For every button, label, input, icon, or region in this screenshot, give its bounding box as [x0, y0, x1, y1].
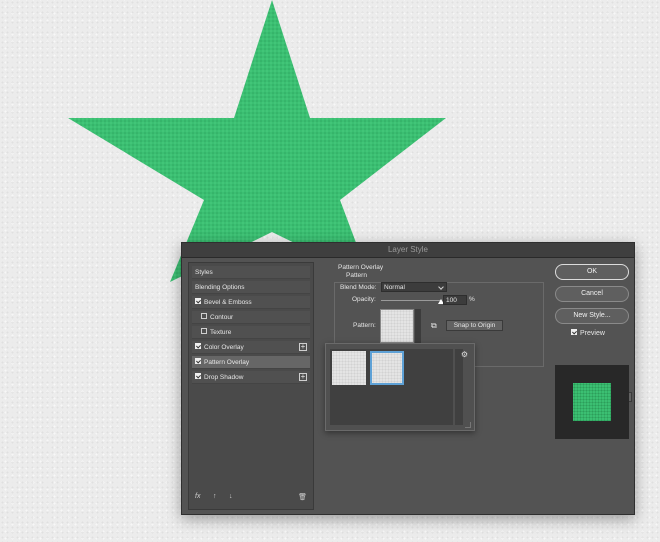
blend-mode-label: Blend Mode: — [340, 284, 377, 291]
pattern-tile[interactable] — [332, 351, 366, 385]
style-item-label: Contour — [210, 314, 234, 321]
opacity-slider[interactable] — [381, 300, 441, 301]
dialog-actions: OK Cancel New Style... Preview — [555, 262, 631, 512]
style-item-label: Bevel & Emboss — [204, 299, 252, 306]
style-item-label: Pattern Overlay — [204, 359, 250, 366]
style-checkbox[interactable] — [195, 343, 201, 350]
preview-label: Preview — [580, 330, 605, 337]
style-item-label: Color Overlay — [204, 344, 244, 351]
style-checkbox[interactable] — [195, 298, 201, 305]
style-item-label: Drop Shadow — [204, 374, 244, 381]
preview-checkbox[interactable] — [571, 329, 577, 336]
style-checkbox[interactable] — [195, 358, 201, 365]
section-title: Pattern Overlay — [338, 264, 384, 271]
style-checkbox[interactable] — [195, 373, 201, 380]
add-instance-icon[interactable]: + — [299, 373, 307, 381]
opacity-input[interactable]: 100 — [443, 295, 467, 305]
pattern-swatch[interactable] — [380, 309, 414, 343]
layer-style-dialog: Layer Style Styles Blending Options Bevel… — [181, 242, 635, 515]
trash-icon[interactable]: 🗑 — [298, 493, 307, 501]
add-instance-icon[interactable]: + — [299, 343, 307, 351]
preview-thumbnail — [573, 383, 611, 421]
style-checkbox[interactable] — [201, 313, 207, 320]
style-item-blending-options[interactable]: Blending Options — [192, 281, 310, 294]
move-up-icon[interactable]: ↑ — [213, 493, 217, 500]
styles-header[interactable]: Styles — [192, 266, 310, 279]
move-down-icon[interactable]: ↓ — [229, 493, 233, 500]
ok-button[interactable]: OK — [555, 264, 629, 280]
snap-to-origin-button[interactable]: Snap to Origin — [446, 320, 503, 331]
style-item-pattern-overlay[interactable]: Pattern Overlay — [192, 356, 310, 369]
pattern-dropdown-arrow[interactable] — [415, 309, 421, 343]
style-item-drop-shadow[interactable]: Drop Shadow + — [192, 371, 310, 384]
cancel-button[interactable]: Cancel — [555, 286, 629, 302]
preview-toggle[interactable]: Preview — [571, 329, 605, 337]
style-item-label: Texture — [210, 329, 232, 336]
style-item-label: Blending Options — [195, 284, 245, 291]
gear-icon[interactable]: ⚙ — [461, 350, 468, 359]
new-style-button[interactable]: New Style... — [555, 308, 629, 324]
dialog-title: Layer Style — [182, 243, 634, 258]
style-item-texture[interactable]: Texture — [192, 326, 310, 339]
styles-toolbar: fx ↑ ↓ 🗑 — [193, 493, 309, 505]
styles-header-label: Styles — [195, 269, 213, 276]
style-item-color-overlay[interactable]: Color Overlay + — [192, 341, 310, 354]
style-checkbox[interactable] — [201, 328, 207, 335]
blend-mode-value: Normal — [384, 284, 405, 291]
resize-handle-icon[interactable] — [465, 422, 471, 428]
style-item-contour[interactable]: Contour — [192, 311, 310, 324]
picker-scrollbar[interactable] — [455, 349, 463, 425]
blend-mode-select[interactable]: Normal — [381, 282, 447, 292]
new-preset-icon[interactable]: ⧉ — [431, 321, 437, 331]
preview-box — [555, 365, 629, 439]
pattern-picker-popup: ⚙ — [325, 343, 475, 431]
fx-icon[interactable]: fx — [195, 493, 200, 500]
opacity-label: Opacity: — [352, 296, 376, 303]
opacity-unit: % — [469, 296, 475, 303]
pattern-tile-selected[interactable] — [370, 351, 404, 385]
group-title: Pattern — [346, 272, 367, 279]
pattern-grid — [330, 349, 453, 425]
styles-list: Styles Blending Options Bevel & Emboss Con… — [188, 262, 314, 510]
pattern-label: Pattern: — [353, 322, 376, 329]
style-item-bevel-emboss[interactable]: Bevel & Emboss — [192, 296, 310, 309]
